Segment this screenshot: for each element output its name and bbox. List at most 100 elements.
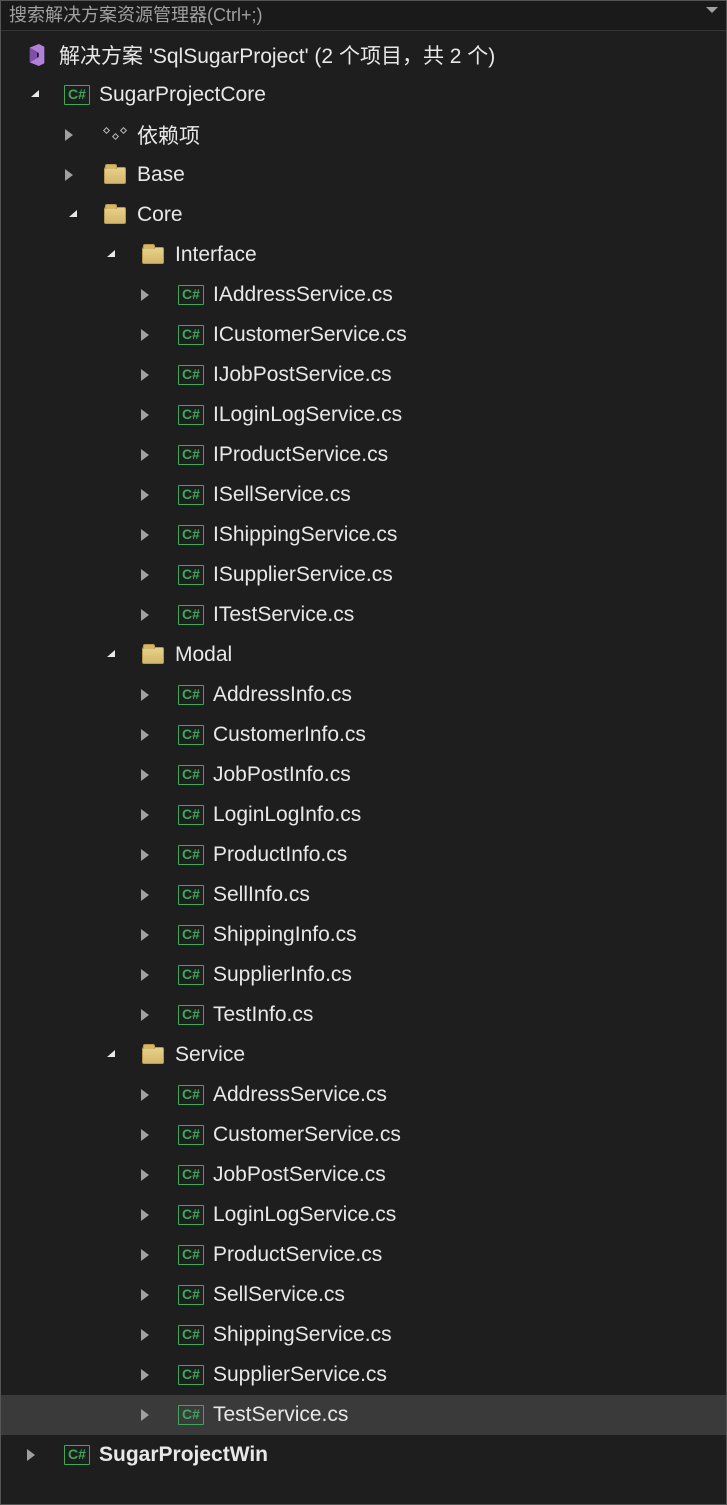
- file-label: LoginLogInfo.cs: [213, 803, 361, 827]
- folder-node[interactable]: Interface: [1, 235, 726, 275]
- expand-toggle[interactable]: [135, 489, 155, 501]
- file-node[interactable]: C#ShippingService.cs: [1, 1315, 726, 1355]
- file-node[interactable]: C#ITestService.cs: [1, 595, 726, 635]
- solution-tree[interactable]: 解决方案 'SqlSugarProject' (2 个项目，共 2 个) C# …: [1, 31, 726, 1504]
- expand-toggle[interactable]: [21, 92, 41, 99]
- file-node[interactable]: C# AddressService.cs: [1, 1075, 726, 1115]
- expand-toggle[interactable]: [135, 769, 155, 781]
- csharp-file-icon: C#: [178, 1405, 204, 1425]
- csharp-file-icon: C#: [178, 1245, 204, 1265]
- file-node[interactable]: C#LoginLogInfo.cs: [1, 795, 726, 835]
- file-node[interactable]: C#ShippingInfo.cs: [1, 915, 726, 955]
- folder-node[interactable]: Base: [1, 155, 726, 195]
- expand-toggle[interactable]: [135, 1249, 155, 1261]
- file-label: CustomerService.cs: [213, 1123, 401, 1147]
- dependencies-node[interactable]: 依赖项: [1, 115, 726, 155]
- file-node[interactable]: C# ISupplierService.cs: [1, 555, 726, 595]
- file-label: IProductService.cs: [213, 443, 388, 467]
- file-label: ITestService.cs: [213, 603, 354, 627]
- file-node[interactable]: C#IProductService.cs: [1, 435, 726, 475]
- file-label: IAddressService.cs: [213, 283, 393, 307]
- expand-toggle[interactable]: [135, 1009, 155, 1021]
- file-node[interactable]: C#ProductService.cs: [1, 1235, 726, 1275]
- file-node[interactable]: C#IShippingService.cs: [1, 515, 726, 555]
- file-label: ILoginLogService.cs: [213, 403, 402, 427]
- expand-toggle[interactable]: [135, 1409, 155, 1421]
- expand-toggle[interactable]: [135, 849, 155, 861]
- expand-toggle[interactable]: [135, 569, 155, 581]
- expand-toggle[interactable]: [135, 969, 155, 981]
- file-label: JobPostInfo.cs: [213, 763, 351, 787]
- folder-node[interactable]: Core: [1, 195, 726, 235]
- expand-toggle[interactable]: [135, 1369, 155, 1381]
- expand-toggle[interactable]: [135, 889, 155, 901]
- expand-toggle[interactable]: [135, 729, 155, 741]
- csharp-file-icon: C#: [178, 565, 204, 585]
- csharp-file-icon: C#: [178, 925, 204, 945]
- expand-toggle[interactable]: [135, 409, 155, 421]
- file-node[interactable]: C#CustomerInfo.cs: [1, 715, 726, 755]
- file-node[interactable]: C#ISellService.cs: [1, 475, 726, 515]
- file-label: IJobPostService.cs: [213, 363, 392, 387]
- csharp-file-icon: C#: [178, 1005, 204, 1025]
- csharp-file-icon: C#: [178, 965, 204, 985]
- expand-toggle[interactable]: [135, 1209, 155, 1221]
- expand-toggle[interactable]: [135, 1089, 155, 1101]
- file-label: AddressService.cs: [213, 1083, 387, 1107]
- file-node[interactable]: C#SellService.cs: [1, 1275, 726, 1315]
- file-node[interactable]: C#ProductInfo.cs: [1, 835, 726, 875]
- folder-node[interactable]: Modal: [1, 635, 726, 675]
- file-label: ProductInfo.cs: [213, 843, 347, 867]
- csharp-file-icon: C#: [178, 1165, 204, 1185]
- expand-toggle[interactable]: [97, 652, 117, 659]
- csharp-file-icon: C#: [178, 1085, 204, 1105]
- file-node[interactable]: C#SupplierInfo.cs: [1, 955, 726, 995]
- file-node[interactable]: C#JobPostInfo.cs: [1, 755, 726, 795]
- expand-toggle[interactable]: [135, 329, 155, 341]
- expand-toggle[interactable]: [21, 1449, 41, 1461]
- search-input[interactable]: 搜索解决方案资源管理器(Ctrl+;): [1, 1, 726, 31]
- file-node[interactable]: C#CustomerService.cs: [1, 1115, 726, 1155]
- expand-toggle[interactable]: [135, 369, 155, 381]
- expand-toggle[interactable]: [135, 1329, 155, 1341]
- expand-toggle[interactable]: [135, 449, 155, 461]
- file-node[interactable]: C#LoginLogService.cs: [1, 1195, 726, 1235]
- solution-node[interactable]: 解决方案 'SqlSugarProject' (2 个项目，共 2 个): [1, 35, 726, 75]
- file-label: ShippingService.cs: [213, 1323, 392, 1347]
- project-label: SugarProjectCore: [99, 83, 266, 107]
- expand-toggle[interactable]: [135, 809, 155, 821]
- csharp-file-icon: C#: [178, 525, 204, 545]
- file-node[interactable]: C#TestInfo.cs: [1, 995, 726, 1035]
- folder-label: Service: [175, 1043, 245, 1067]
- folder-node[interactable]: Service: [1, 1035, 726, 1075]
- expand-toggle[interactable]: [135, 689, 155, 701]
- file-node[interactable]: C#AddressInfo.cs: [1, 675, 726, 715]
- file-node[interactable]: C#ILoginLogService.cs: [1, 395, 726, 435]
- file-node[interactable]: C#IAddressService.cs: [1, 275, 726, 315]
- file-label: ISupplierService.cs: [213, 563, 393, 587]
- expand-toggle[interactable]: [135, 529, 155, 541]
- expand-toggle[interactable]: [135, 1129, 155, 1141]
- file-node[interactable]: C#ICustomerService.cs: [1, 315, 726, 355]
- folder-label: Core: [137, 203, 183, 227]
- expand-toggle[interactable]: [135, 609, 155, 621]
- file-node[interactable]: C#SellInfo.cs: [1, 875, 726, 915]
- folder-icon: [142, 647, 164, 664]
- expand-toggle[interactable]: [59, 169, 79, 181]
- csharp-file-icon: C#: [178, 1285, 204, 1305]
- project-node[interactable]: C# SugarProjectWin: [1, 1435, 726, 1475]
- expand-toggle[interactable]: [59, 129, 79, 141]
- expand-toggle[interactable]: [135, 929, 155, 941]
- file-node[interactable]: C#SupplierService.cs: [1, 1355, 726, 1395]
- expand-toggle[interactable]: [135, 289, 155, 301]
- expand-toggle[interactable]: [135, 1169, 155, 1181]
- expand-toggle[interactable]: [97, 252, 117, 259]
- file-node[interactable]: C#TestService.cs: [1, 1395, 726, 1435]
- file-node[interactable]: C#IJobPostService.cs: [1, 355, 726, 395]
- expand-toggle[interactable]: [97, 1052, 117, 1059]
- file-node[interactable]: C#JobPostService.cs: [1, 1155, 726, 1195]
- expand-toggle[interactable]: [135, 1289, 155, 1301]
- project-node[interactable]: C# SugarProjectCore: [1, 75, 726, 115]
- solution-icon: [21, 44, 53, 66]
- expand-toggle[interactable]: [59, 212, 79, 219]
